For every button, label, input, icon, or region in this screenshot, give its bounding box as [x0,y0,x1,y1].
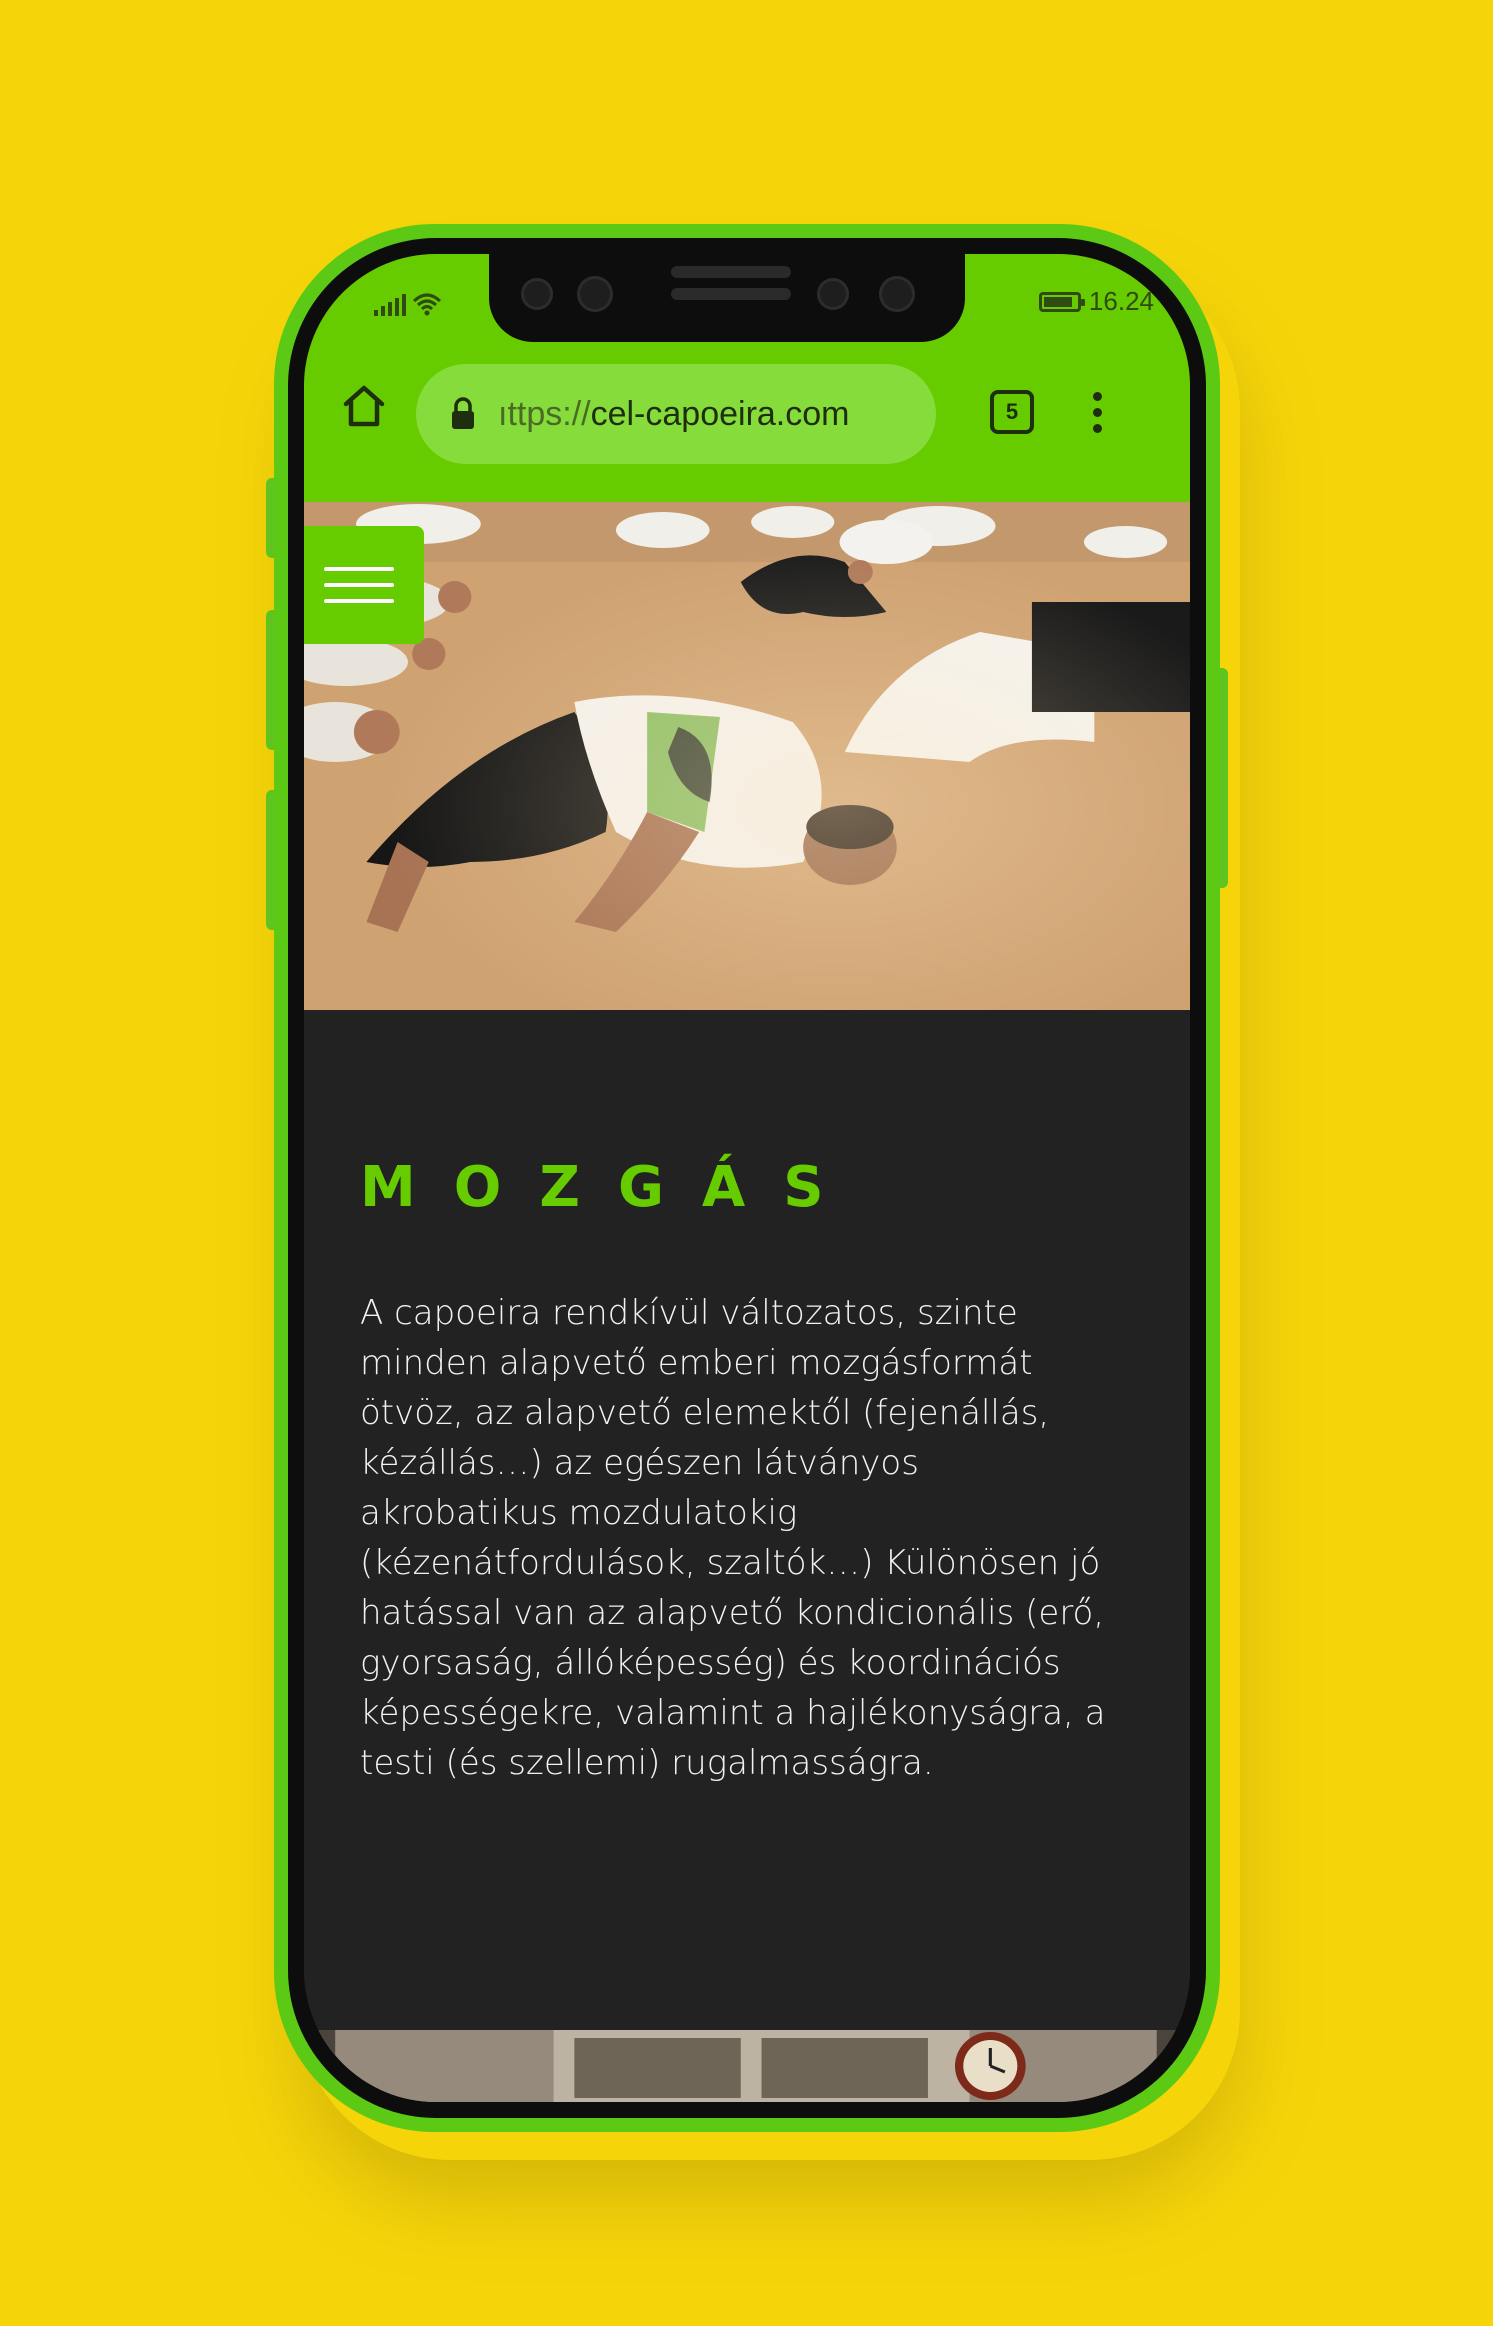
url-text: ıttps://cel-capoeira.com [498,395,849,434]
wifi-icon [412,293,442,316]
status-icons-right: 16.24 [1038,286,1154,317]
earpiece-grille [671,288,791,300]
phone-frame: 16.24 ıttps://cel-capoeira.com 5 MOZGÁS … [274,224,1220,2132]
front-sensor-2 [817,278,849,310]
battery-level [1043,296,1073,307]
front-sensor [521,278,553,310]
cellular-signal-icon [374,294,406,316]
url-host: cel-capoeira.com [590,394,850,433]
browser-top-bar: 16.24 ıttps://cel-capoeira.com 5 [304,254,1190,502]
hamburger-line-icon [324,583,394,587]
home-button[interactable] [336,378,392,434]
address-bar[interactable]: ıttps://cel-capoeira.com [416,364,936,464]
hamburger-line-icon [324,567,394,571]
kebab-dot-icon [1092,407,1102,417]
next-section-image [304,2030,1190,2102]
section-title: MOZGÁS [360,1155,862,1220]
battery-icon [1038,291,1085,312]
content-section: MOZGÁS A capoeira rendkívül változatos, … [304,1010,1190,2030]
section-body-text: A capoeira rendkívül változatos, szinte … [360,1293,1106,1783]
status-time: 16.24 [1088,286,1154,316]
kebab-dot-icon [1092,423,1102,433]
phone-bezel: 16.24 ıttps://cel-capoeira.com 5 MOZGÁS … [288,238,1206,2118]
photo-highlight [304,502,1190,1010]
hamburger-line-icon [324,599,394,603]
status-icons-left [374,292,442,316]
more-menu-button[interactable] [1082,382,1112,442]
front-sensor-3 [879,276,915,312]
phone-notch [489,254,965,342]
phone-screen: 16.24 ıttps://cel-capoeira.com 5 MOZGÁS … [304,254,1190,2102]
lock-icon [452,397,474,429]
kebab-dot-icon [1092,391,1102,401]
hero-image [304,502,1190,1010]
tab-switcher-button[interactable]: 5 [990,390,1034,434]
earpiece-speaker [671,266,791,278]
room-photo [304,2030,1190,2102]
hamburger-menu-button[interactable] [304,526,424,644]
home-icon [343,385,385,427]
url-protocol: ıttps:// [498,394,591,433]
tab-count: 5 [1005,399,1019,424]
front-camera [577,276,613,312]
